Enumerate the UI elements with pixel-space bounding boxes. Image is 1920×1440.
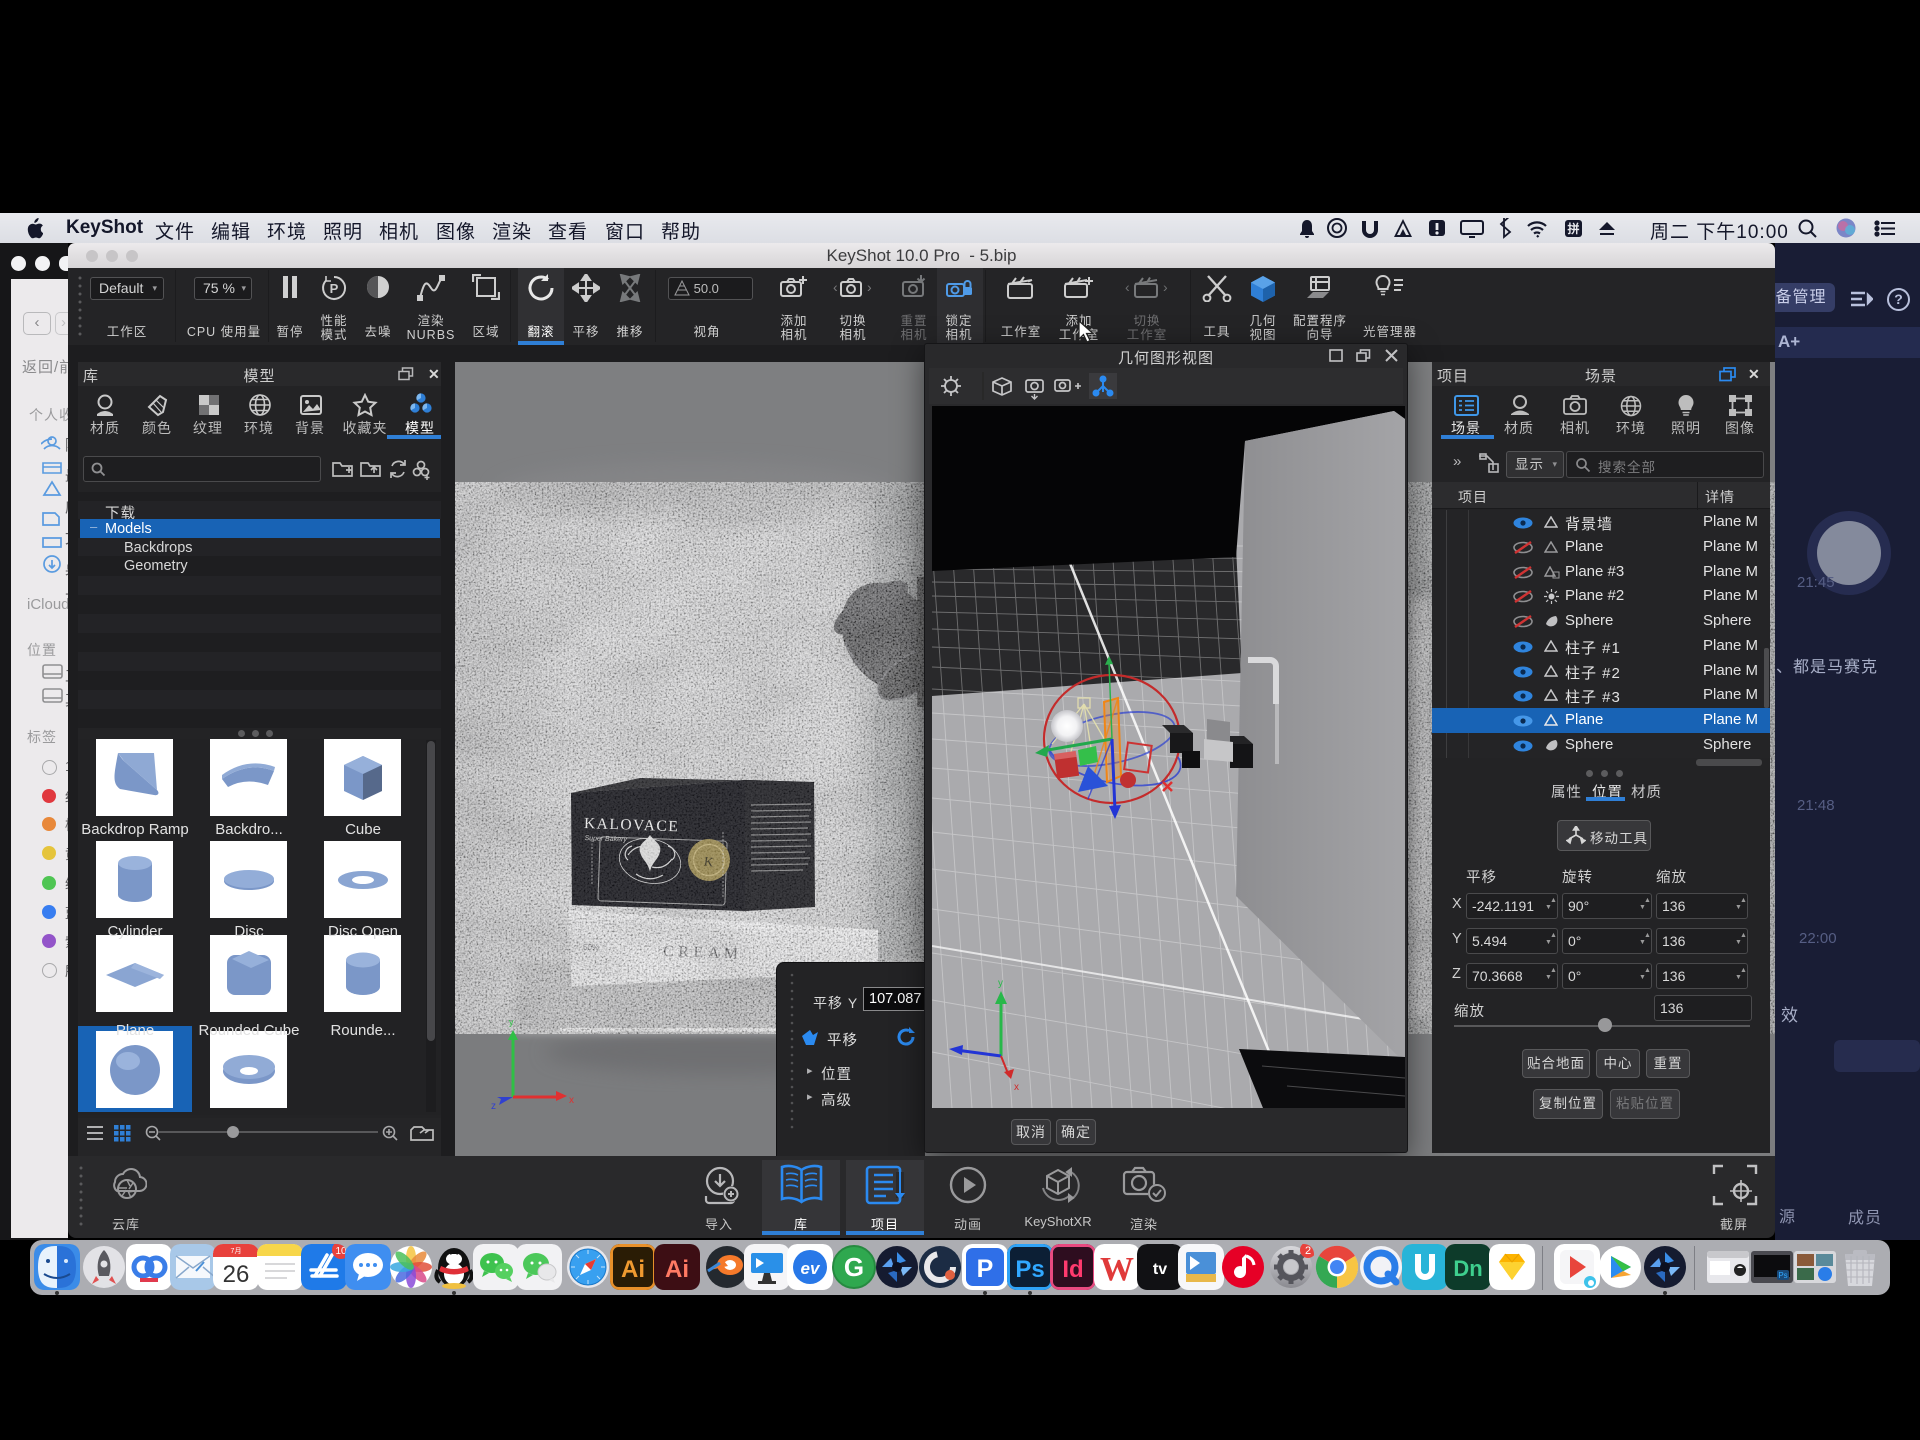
- svg-text:›: ›: [1163, 279, 1168, 295]
- svg-text:Id: Id: [1062, 1256, 1083, 1283]
- svg-text:x: x: [569, 1095, 574, 1106]
- svg-text:z: z: [491, 1101, 496, 1112]
- svg-text:Dn: Dn: [1453, 1256, 1482, 1281]
- svg-text:tv: tv: [1153, 1261, 1167, 1278]
- svg-text:Ps: Ps: [1015, 1256, 1044, 1283]
- svg-text:Ai: Ai: [665, 1256, 689, 1283]
- svg-text:‹: ‹: [833, 279, 838, 295]
- svg-text:Ai: Ai: [621, 1256, 645, 1283]
- svg-text:P: P: [977, 1255, 994, 1283]
- svg-text:x: x: [1014, 1082, 1019, 1093]
- svg-text:‹: ‹: [1125, 279, 1130, 295]
- svg-text:›: ›: [867, 279, 872, 295]
- svg-text:G: G: [844, 1252, 864, 1282]
- svg-text:2: 2: [1305, 1245, 1311, 1257]
- svg-text:y: y: [509, 1017, 514, 1027]
- svg-text:W: W: [1100, 1251, 1134, 1288]
- svg-text:P: P: [330, 281, 339, 296]
- svg-text:7月: 7月: [231, 1247, 242, 1255]
- svg-text:拼: 拼: [1567, 221, 1579, 236]
- svg-text:y: y: [998, 978, 1003, 989]
- svg-text:ev: ev: [801, 1259, 821, 1278]
- svg-text:Ps: Ps: [1778, 1271, 1787, 1280]
- svg-text:26: 26: [223, 1261, 250, 1288]
